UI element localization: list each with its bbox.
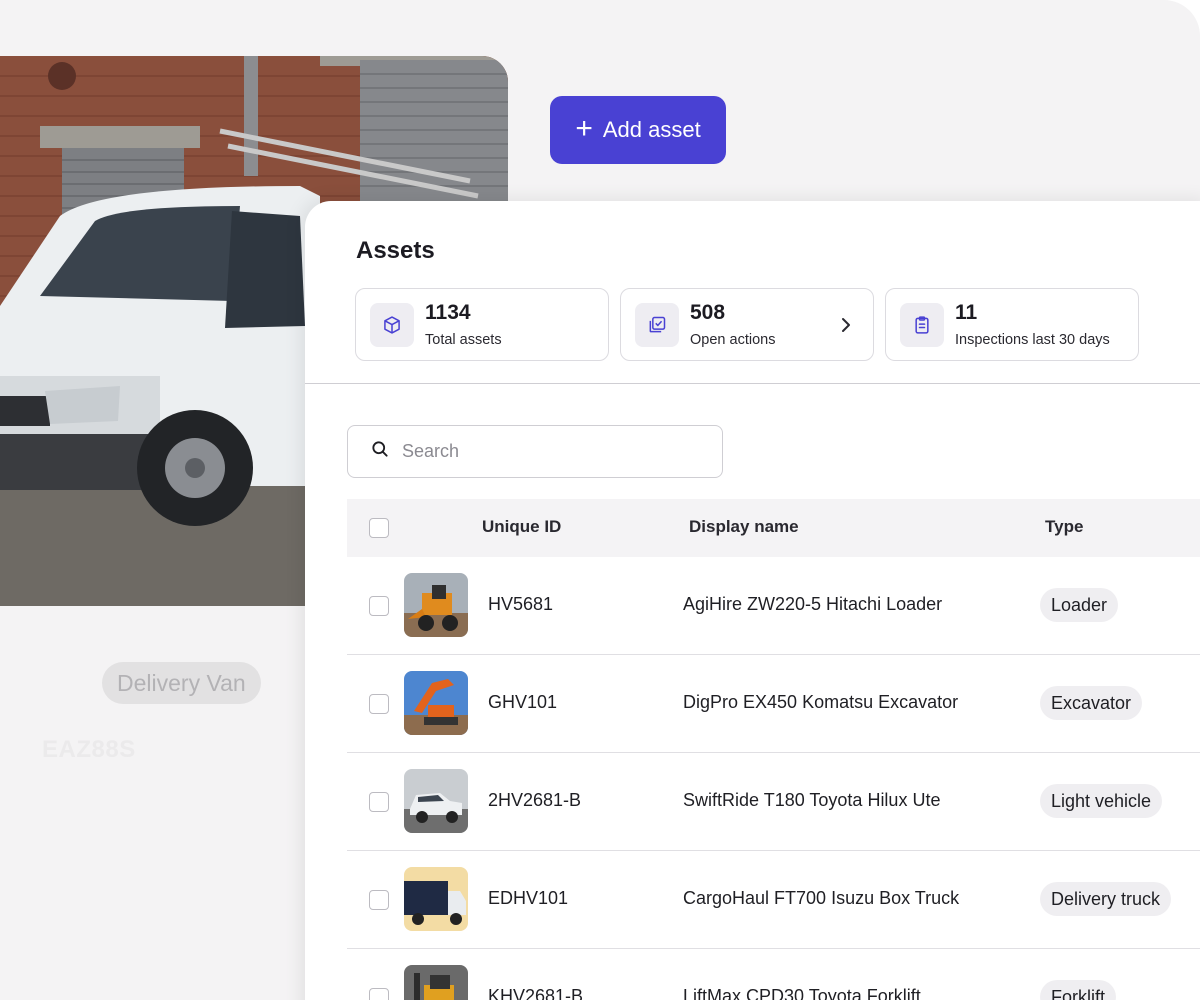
page-title: Assets xyxy=(356,237,435,264)
asset-id: GHV101 xyxy=(488,692,558,712)
column-display-name[interactable]: Display name xyxy=(689,517,799,537)
asset-name[interactable]: AgiHire ZW220-5 Hitachi Loader xyxy=(683,594,942,615)
stat-inspections[interactable]: 11 Inspections last 30 days xyxy=(885,288,1139,361)
type-badge: Light vehicle xyxy=(1040,784,1163,818)
type-badge: Delivery truck xyxy=(1040,882,1172,916)
stat-label: Total assets xyxy=(425,332,502,348)
stat-value: 11 xyxy=(955,301,978,324)
table-row[interactable]: GHV101 DigPro EX450 Komatsu Excavator Ex… xyxy=(347,655,1200,753)
asset-thumbnail xyxy=(404,867,468,931)
asset-type-badge: Delivery Van xyxy=(102,662,261,704)
assets-card: Assets 1134 Total assets 508 Open action… xyxy=(305,201,1200,1000)
search-icon xyxy=(370,439,390,464)
asset-name[interactable]: DigPro EX450 Komatsu Excavator xyxy=(683,692,958,713)
row-checkbox[interactable] xyxy=(369,988,389,1000)
stat-value: 1134 xyxy=(425,301,471,324)
clipboard-icon xyxy=(900,303,944,347)
asset-thumbnail xyxy=(404,671,468,735)
asset-id: HV5681 xyxy=(488,594,554,614)
table-row[interactable]: HV5681 AgiHire ZW220-5 Hitachi Loader Lo… xyxy=(347,557,1200,655)
table-row[interactable]: EDHV101 CargoHaul FT700 Isuzu Box Truck … xyxy=(347,851,1200,949)
search-input[interactable]: Search xyxy=(347,425,723,478)
asset-name[interactable]: SwiftRide T180 Toyota Hilux Ute xyxy=(683,790,940,811)
row-checkbox[interactable] xyxy=(369,792,389,812)
search-placeholder: Search xyxy=(402,441,460,461)
asset-id: EDHV101 xyxy=(488,888,569,908)
asset-plate-number: EAZ88S xyxy=(42,736,136,763)
row-checkbox[interactable] xyxy=(369,694,389,714)
column-unique-id[interactable]: Unique ID xyxy=(482,517,561,537)
asset-id: 2HV2681-B xyxy=(488,790,582,810)
table-row[interactable]: KHV2681-B LiftMax CPD30 Toyota Forklift … xyxy=(347,949,1200,1000)
stat-label: Inspections last 30 days xyxy=(955,332,1110,348)
row-checkbox[interactable] xyxy=(369,890,389,910)
type-badge: Excavator xyxy=(1040,686,1143,720)
divider xyxy=(305,383,1200,384)
type-badge: Forklift xyxy=(1040,980,1116,1000)
asset-thumbnail xyxy=(404,573,468,637)
asset-thumbnail xyxy=(404,769,468,833)
column-type[interactable]: Type xyxy=(1045,517,1083,537)
add-asset-button[interactable]: + Add asset xyxy=(550,96,726,164)
type-badge: Loader xyxy=(1040,588,1119,622)
table-header: Unique ID Display name Type xyxy=(347,499,1200,557)
stat-total-assets[interactable]: 1134 Total assets xyxy=(355,288,609,361)
checklist-icon xyxy=(635,303,679,347)
asset-name[interactable]: LiftMax CPD30 Toyota Forklift xyxy=(683,986,921,1000)
cube-icon xyxy=(370,303,414,347)
asset-id: KHV2681-B xyxy=(488,986,584,1000)
chevron-right-icon[interactable] xyxy=(837,315,855,340)
add-asset-label: Add asset xyxy=(602,117,701,142)
stat-label: Open actions xyxy=(690,332,776,348)
row-checkbox[interactable] xyxy=(369,596,389,616)
select-all-checkbox[interactable] xyxy=(369,518,389,538)
table-row[interactable]: 2HV2681-B SwiftRide T180 Toyota Hilux Ut… xyxy=(347,753,1200,851)
stat-value: 508 xyxy=(690,301,726,324)
asset-name[interactable]: CargoHaul FT700 Isuzu Box Truck xyxy=(683,888,959,909)
stat-open-actions[interactable]: 508 Open actions xyxy=(620,288,874,361)
asset-thumbnail xyxy=(404,965,468,1000)
plus-icon: + xyxy=(575,112,593,145)
